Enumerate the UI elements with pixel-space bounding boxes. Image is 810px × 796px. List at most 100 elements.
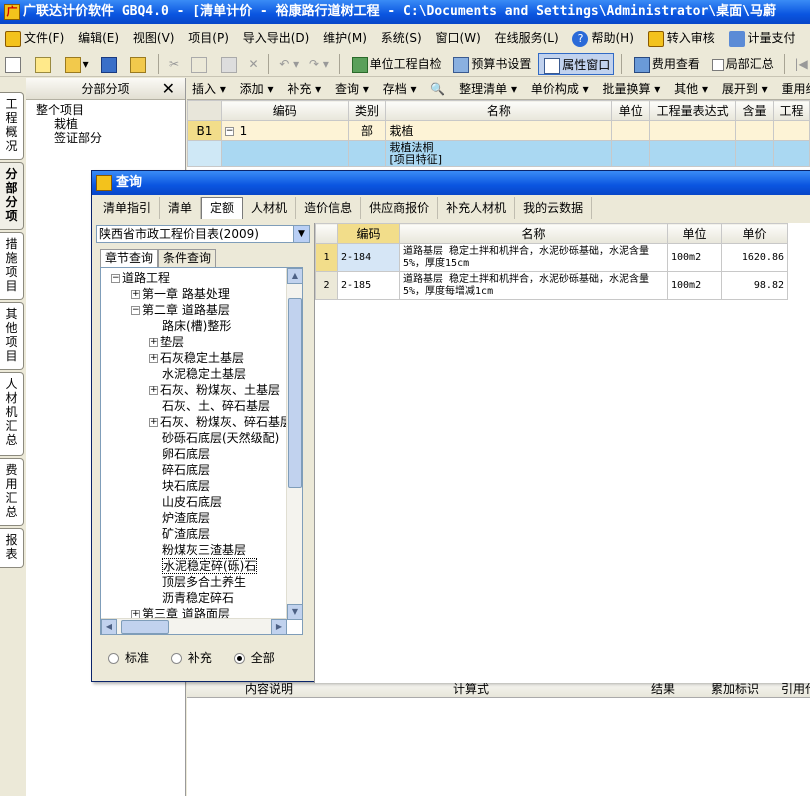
reuse-menu[interactable]: 重用组 bbox=[777, 82, 810, 96]
tree-node[interactable]: − 道路工程 bbox=[101, 270, 287, 286]
query-menu[interactable]: 查询 ▾ bbox=[330, 82, 374, 96]
save-button[interactable] bbox=[96, 53, 122, 75]
batch-convert-menu[interactable]: 批量换算 ▾ bbox=[597, 82, 665, 96]
tree-node[interactable]: 砂砾石底层(天然级配) bbox=[101, 430, 287, 446]
tree-item-visa[interactable]: 签证部分 bbox=[36, 131, 185, 145]
table-row[interactable]: B1 − 1 部 栽植 bbox=[187, 120, 810, 141]
new-project-button[interactable] bbox=[30, 53, 56, 75]
tree-node[interactable]: 路床(槽)整形 bbox=[101, 318, 287, 334]
tab-condition-query[interactable]: 条件查询 bbox=[158, 249, 217, 267]
scroll-left-icon[interactable]: ◀ bbox=[101, 619, 117, 635]
tab-divisional-items[interactable]: 分部分项 bbox=[0, 162, 24, 230]
column-header[interactable]: 编码 bbox=[337, 223, 400, 244]
tab-cost-summary[interactable]: 费用汇总 bbox=[0, 458, 24, 526]
tab-cost-info[interactable]: 造价信息 bbox=[296, 197, 362, 219]
scroll-thumb[interactable] bbox=[121, 620, 169, 634]
tree-node[interactable]: + 第一章 路基处理 bbox=[101, 286, 287, 302]
collapse-icon[interactable]: − bbox=[224, 126, 234, 136]
radio-supplement[interactable]: 补充 bbox=[170, 649, 212, 666]
tab-chapter-query[interactable]: 章节查询 bbox=[100, 249, 159, 267]
menu-window[interactable]: 窗口(W) bbox=[431, 26, 486, 50]
menu-transfer-audit[interactable]: 转入审核 bbox=[643, 26, 720, 50]
tree-node[interactable]: 块石底层 bbox=[101, 478, 287, 494]
expand-to-menu[interactable]: 展开到 ▾ bbox=[717, 82, 773, 96]
tree-node[interactable]: 水泥稳定土基层 bbox=[101, 366, 287, 382]
first-button[interactable]: |◀ bbox=[791, 53, 810, 75]
column-header[interactable]: 类别 bbox=[347, 100, 387, 121]
cost-view-button[interactable]: 费用查看 bbox=[629, 53, 703, 75]
redo-button[interactable]: ↷ ▾ bbox=[306, 53, 332, 75]
tree-node[interactable]: 炉渣底层 bbox=[101, 510, 287, 526]
tab-measure-items[interactable]: 措施项目 bbox=[0, 232, 24, 300]
column-header[interactable]: 编码 bbox=[220, 100, 349, 121]
expand-icon[interactable]: + bbox=[131, 290, 140, 299]
scroll-up-icon[interactable]: ▲ bbox=[287, 268, 303, 284]
other-menu[interactable]: 其他 ▾ bbox=[669, 82, 713, 96]
column-header[interactable]: 工程量表达式 bbox=[649, 100, 737, 121]
unit-check-button[interactable]: 单位工程自检 bbox=[347, 53, 445, 75]
expand-icon[interactable]: + bbox=[149, 338, 158, 347]
scroll-thumb[interactable] bbox=[288, 298, 302, 488]
menu-measure-pay[interactable]: 计量支付 bbox=[724, 26, 801, 50]
tree-node[interactable]: 矿渣底层 bbox=[101, 526, 287, 542]
copy-button[interactable] bbox=[186, 53, 212, 75]
expand-icon[interactable]: + bbox=[149, 386, 158, 395]
column-header[interactable]: 单位 bbox=[667, 223, 722, 244]
menu-project[interactable]: 项目(P) bbox=[183, 26, 234, 50]
radio-standard[interactable]: 标准 bbox=[108, 649, 149, 666]
vertical-scrollbar[interactable]: ▲ ▼ bbox=[286, 268, 303, 620]
tree-node[interactable]: + 垫层 bbox=[101, 334, 287, 350]
tree-node[interactable]: 石灰、土、碎石基层 bbox=[101, 398, 287, 414]
insert-menu[interactable]: 插入 ▾ bbox=[187, 82, 231, 96]
close-icon[interactable]: ✕ bbox=[162, 78, 175, 100]
binoculars-icon[interactable]: 🔍 bbox=[425, 82, 450, 96]
organize-list-menu[interactable]: 整理清单 ▾ bbox=[454, 82, 522, 96]
save-as-button[interactable] bbox=[125, 53, 151, 75]
horizontal-scrollbar[interactable]: ◀ ▶ bbox=[101, 618, 287, 635]
tree-node[interactable]: + 石灰、粉煤灰、碎石基层 bbox=[101, 414, 287, 430]
scroll-down-icon[interactable]: ▼ bbox=[287, 604, 303, 620]
menu-help[interactable]: ? 帮助(H) bbox=[567, 26, 638, 50]
table-row[interactable]: 栽植法桐 [项目特征] bbox=[187, 140, 810, 167]
scroll-right-icon[interactable]: ▶ bbox=[271, 619, 287, 635]
delete-button[interactable]: ✕ bbox=[246, 53, 262, 75]
menu-edit[interactable]: 编辑(E) bbox=[73, 26, 124, 50]
menu-system[interactable]: 系统(S) bbox=[376, 26, 427, 50]
add-menu[interactable]: 添加 ▾ bbox=[235, 82, 279, 96]
tab-other-items[interactable]: 其他项目 bbox=[0, 302, 24, 370]
collapse-icon[interactable]: − bbox=[111, 274, 120, 283]
column-header[interactable]: 单位 bbox=[611, 100, 651, 121]
tree-item-planting[interactable]: 栽植 bbox=[36, 117, 185, 131]
tree-node[interactable]: 卵石底层 bbox=[101, 446, 287, 462]
supplement-menu[interactable]: 补充 ▾ bbox=[282, 82, 326, 96]
open-button[interactable]: ▾ bbox=[60, 53, 92, 75]
column-header[interactable]: 单价 bbox=[721, 223, 788, 244]
column-header[interactable]: 含量 bbox=[735, 100, 775, 121]
tree-node[interactable]: − 第二章 道路基层 bbox=[101, 302, 287, 318]
budget-settings-button[interactable]: 预算书设置 bbox=[448, 53, 534, 75]
properties-window-button[interactable]: 属性窗口 bbox=[538, 53, 615, 75]
menu-file[interactable]: 文件(F) bbox=[0, 26, 69, 50]
paste-button[interactable] bbox=[216, 53, 242, 75]
column-header[interactable]: 内容说明 bbox=[245, 680, 293, 697]
tab-project-overview[interactable]: 工程概况 bbox=[0, 92, 24, 160]
tab-labor-material[interactable]: 人材机 bbox=[243, 197, 297, 219]
column-header[interactable]: 工程 bbox=[773, 100, 810, 121]
tree-item-whole-project[interactable]: 整个项目 bbox=[36, 103, 185, 117]
collapse-icon[interactable]: − bbox=[131, 306, 140, 315]
radio-all[interactable]: 全部 bbox=[233, 649, 275, 666]
tab-labor-material-summary[interactable]: 人材机汇总 bbox=[0, 372, 24, 456]
menu-online-service[interactable]: 在线服务(L) bbox=[490, 26, 564, 50]
archive-menu[interactable]: 存档 ▾ bbox=[378, 82, 422, 96]
table-row[interactable]: 1 2-184 道路基层 稳定土拌和机拌合，水泥砂砾基础，水泥含量5%，厚度15… bbox=[315, 243, 788, 272]
table-row[interactable]: 2 2-185 道路基层 稳定土拌和机拌合，水泥砂砾基础，水泥含量5%，厚度每增… bbox=[315, 271, 788, 300]
tab-reports[interactable]: 报表 bbox=[0, 528, 24, 568]
tree-node[interactable]: + 石灰、粉煤灰、土基层 bbox=[101, 382, 287, 398]
tree-node[interactable]: 顶层多合土养生 bbox=[101, 574, 287, 590]
column-header[interactable]: 名称 bbox=[399, 223, 668, 244]
price-table-select[interactable]: 陕西省市政工程价目表(2009) ▼ bbox=[96, 225, 310, 243]
unit-price-menu[interactable]: 单价构成 ▾ bbox=[526, 82, 594, 96]
menu-view[interactable]: 视图(V) bbox=[128, 26, 180, 50]
tree-node[interactable]: + 石灰稳定土基层 bbox=[101, 350, 287, 366]
tree-node[interactable]: 水泥稳定碎(砾)石 bbox=[101, 558, 287, 574]
